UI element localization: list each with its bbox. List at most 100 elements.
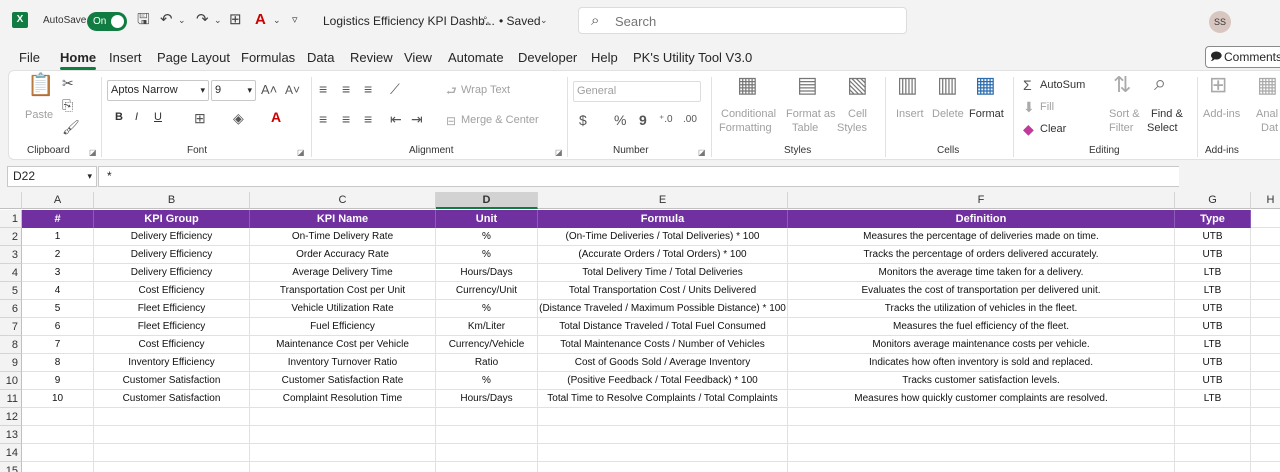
empty-cell[interactable]	[1251, 390, 1280, 408]
table-cell[interactable]: %	[436, 246, 538, 264]
empty-cell[interactable]	[1175, 426, 1251, 444]
table-cell[interactable]: UTB	[1175, 318, 1251, 336]
formatting-label[interactable]: Formatting	[719, 122, 772, 134]
clear-button[interactable]: Clear	[1040, 123, 1066, 135]
empty-cell[interactable]	[1251, 300, 1280, 318]
decrease-decimal-icon[interactable]: .00	[683, 112, 697, 128]
empty-cell[interactable]	[1251, 408, 1280, 426]
format-as-table-icon[interactable]: ▤	[797, 74, 818, 96]
empty-cell[interactable]	[538, 408, 788, 426]
empty-cell[interactable]	[436, 462, 538, 472]
empty-cell[interactable]	[1175, 408, 1251, 426]
table-cell[interactable]: (Distance Traveled / Maximum Possible Di…	[538, 300, 788, 318]
empty-cell[interactable]	[22, 462, 94, 472]
row-header[interactable]: 13	[0, 426, 22, 444]
table-cell[interactable]: Tracks the utilization of vehicles in th…	[788, 300, 1175, 318]
table-header-cell[interactable]: Definition	[788, 210, 1175, 228]
table-label[interactable]: Table	[792, 122, 818, 134]
empty-cell[interactable]	[250, 462, 436, 472]
empty-cell[interactable]	[1251, 282, 1280, 300]
table-cell[interactable]: Fuel Efficiency	[250, 318, 436, 336]
cell-label[interactable]: Cell	[848, 108, 867, 120]
table-header-cell[interactable]: KPI Name	[250, 210, 436, 228]
saved-status[interactable]: • Saved	[499, 14, 541, 28]
table-cell[interactable]: UTB	[1175, 228, 1251, 246]
conditional-formatting-label[interactable]: Conditional	[721, 108, 776, 120]
styles-label[interactable]: Styles	[837, 122, 867, 134]
table-header-cell[interactable]: Formula	[538, 210, 788, 228]
table-cell[interactable]: Measures the percentage of deliveries ma…	[788, 228, 1175, 246]
column-header-g[interactable]: G	[1175, 192, 1251, 209]
font-color-icon[interactable]: A	[271, 109, 281, 125]
empty-cell[interactable]	[1251, 372, 1280, 390]
merge-center-button[interactable]: Merge & Center	[461, 114, 539, 126]
wrap-text-icon[interactable]: ⮐	[446, 83, 457, 99]
redo-dropdown-icon[interactable]: ⌄	[214, 11, 222, 29]
addins-icon[interactable]: ⊞	[1209, 74, 1227, 96]
empty-cell[interactable]	[436, 444, 538, 462]
clipboard-launcher-icon[interactable]: ◪	[89, 148, 97, 157]
number-launcher-icon[interactable]: ◪	[698, 148, 706, 157]
table-cell[interactable]: 3	[22, 264, 94, 282]
saved-dropdown-icon[interactable]: ⌄	[540, 11, 548, 29]
table-cell[interactable]: %	[436, 372, 538, 390]
table-cell[interactable]: Average Delivery Time	[250, 264, 436, 282]
table-cell[interactable]: Currency/Unit	[436, 282, 538, 300]
analyze-data-icon[interactable]: ▦	[1257, 74, 1278, 96]
tab-file[interactable]: File	[19, 50, 40, 65]
tab-home[interactable]: Home	[60, 50, 97, 70]
column-header-h[interactable]: H	[1251, 192, 1280, 209]
table-cell[interactable]: Complaint Resolution Time	[250, 390, 436, 408]
table-cell[interactable]: Cost of Goods Sold / Average Inventory	[538, 354, 788, 372]
empty-cell[interactable]	[1251, 426, 1280, 444]
table-cell[interactable]: 1	[22, 228, 94, 246]
empty-cell[interactable]	[1251, 462, 1280, 472]
align-left-icon[interactable]: ≡	[319, 111, 327, 127]
name-box[interactable]: D22 ▾	[7, 166, 97, 187]
empty-cell[interactable]	[94, 408, 250, 426]
conditional-formatting-icon[interactable]: ▦	[737, 74, 758, 96]
table-cell[interactable]: %	[436, 228, 538, 246]
table-cell[interactable]: Delivery Efficiency	[94, 246, 250, 264]
empty-cell[interactable]	[538, 444, 788, 462]
table-cell[interactable]: 10	[22, 390, 94, 408]
undo-icon[interactable]: ↶	[160, 11, 173, 29]
row-header[interactable]: 1	[0, 210, 22, 228]
autosum-button[interactable]: AutoSum	[1040, 79, 1085, 91]
avatar[interactable]: SS	[1209, 11, 1231, 33]
empty-cell[interactable]	[94, 462, 250, 472]
table-cell[interactable]: Inventory Turnover Ratio	[250, 354, 436, 372]
table-cell[interactable]: Monitors the average time taken for a de…	[788, 264, 1175, 282]
empty-cell[interactable]	[94, 444, 250, 462]
row-header[interactable]: 11	[0, 390, 22, 408]
table-cell[interactable]: %	[436, 300, 538, 318]
table-cell[interactable]: 9	[22, 372, 94, 390]
font-color-dropdown-icon[interactable]: ⌄	[273, 11, 281, 29]
table-cell[interactable]: (Accurate Orders / Total Orders) * 100	[538, 246, 788, 264]
orientation-icon[interactable]: ⟋	[390, 81, 400, 97]
row-header[interactable]: 15	[0, 462, 22, 472]
copy-icon[interactable]: ⎘	[62, 97, 73, 113]
empty-cell[interactable]	[22, 444, 94, 462]
table-cell[interactable]: Ratio	[436, 354, 538, 372]
find-select-label[interactable]: Find &	[1151, 108, 1183, 120]
paste-icon[interactable]: 📋	[27, 74, 54, 96]
table-cell[interactable]: UTB	[1175, 300, 1251, 318]
tab-review[interactable]: Review	[350, 50, 393, 65]
table-cell[interactable]: 2	[22, 246, 94, 264]
row-header[interactable]: 2	[0, 228, 22, 246]
empty-cell[interactable]	[1251, 336, 1280, 354]
excel-icon[interactable]: X	[12, 12, 28, 28]
column-header-c[interactable]: C	[250, 192, 436, 209]
tab-data[interactable]: Data	[307, 50, 334, 65]
number-format-select[interactable]: General	[573, 81, 701, 102]
tab-utility-tool[interactable]: PK's Utility Tool V3.0	[633, 50, 752, 65]
table-cell[interactable]: Evaluates the cost of transportation per…	[788, 282, 1175, 300]
empty-cell[interactable]	[22, 408, 94, 426]
table-cell[interactable]: 7	[22, 336, 94, 354]
tab-developer[interactable]: Developer	[518, 50, 577, 65]
table-cell[interactable]: Delivery Efficiency	[94, 264, 250, 282]
column-header-d[interactable]: D	[436, 192, 538, 209]
table-cell[interactable]: Total Distance Traveled / Total Fuel Con…	[538, 318, 788, 336]
table-cell[interactable]: Fleet Efficiency	[94, 318, 250, 336]
